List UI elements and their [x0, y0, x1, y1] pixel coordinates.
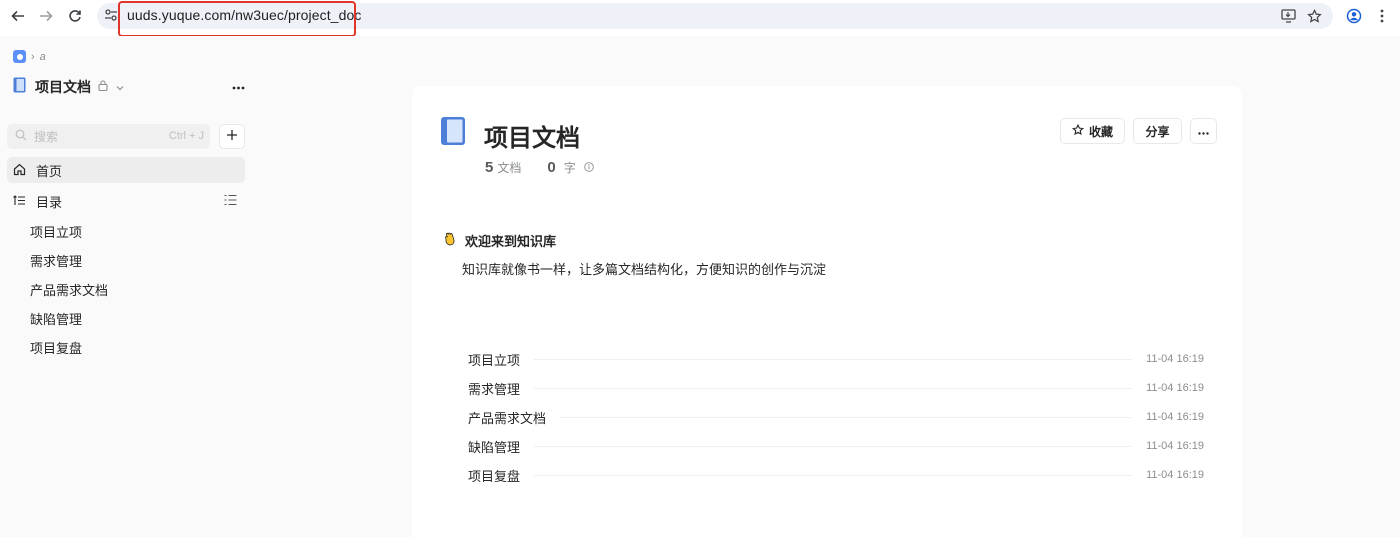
- doc-list-row[interactable]: 项目立项 11-04 16:19: [468, 349, 1204, 369]
- yuque-logo-icon[interactable]: [13, 50, 26, 63]
- welcome-title: 欢迎来到知识库: [465, 234, 557, 249]
- book-card: 项目文档 5 文档 0 字 收藏 分享 欢迎来到知识库 知识库就像书一样，让多篇…: [412, 86, 1242, 556]
- share-button[interactable]: 分享: [1133, 118, 1182, 144]
- book-stats: 5 文档 0 字: [485, 159, 594, 176]
- doc-time: 11-04 16:19: [1146, 411, 1204, 423]
- doc-time: 11-04 16:19: [1146, 353, 1204, 365]
- toc-settings-icon[interactable]: [224, 194, 237, 209]
- main-content: 项目文档 5 文档 0 字 收藏 分享 欢迎来到知识库 知识库就像书一样，让多篇…: [252, 36, 1400, 556]
- leader-line: [560, 416, 1133, 418]
- browser-toolbar: uuds.yuque.com/nw3uec/project_doc: [0, 0, 1400, 37]
- leader-line: [534, 358, 1133, 360]
- doc-list-row[interactable]: 产品需求文档 11-04 16:19: [468, 407, 1204, 427]
- info-icon[interactable]: [583, 161, 594, 175]
- doc-list-row[interactable]: 项目复盘 11-04 16:19: [468, 465, 1204, 485]
- sidebar-item-toc[interactable]: 目录: [7, 188, 245, 214]
- chevron-down-icon[interactable]: [116, 78, 124, 96]
- doc-list-row[interactable]: 需求管理 11-04 16:19: [468, 378, 1204, 398]
- doc-time: 11-04 16:19: [1146, 382, 1204, 394]
- doc-title[interactable]: 项目立项: [468, 350, 520, 369]
- browser-menu-icon[interactable]: [1373, 7, 1391, 25]
- sidebar-item-label: 首页: [36, 163, 63, 179]
- doc-title[interactable]: 产品需求文档: [468, 408, 546, 427]
- url-highlight-box: [118, 1, 356, 37]
- doc-title[interactable]: 缺陷管理: [468, 437, 520, 456]
- doc-count: 5: [485, 159, 494, 176]
- more-button[interactable]: [1190, 118, 1217, 144]
- plus-icon: [226, 128, 238, 146]
- toc-item[interactable]: 项目复盘: [30, 338, 82, 357]
- welcome-description: 知识库就像书一样，让多篇文档结构化，方便知识的创作与沉淀: [462, 262, 827, 277]
- search-input[interactable]: 搜索 Ctrl + J: [7, 124, 210, 149]
- doc-count-unit: 文档: [497, 161, 522, 175]
- page-title: 项目文档: [484, 125, 580, 152]
- toc-list-icon: [13, 194, 27, 208]
- sidebar-item-label: 目录: [36, 194, 63, 210]
- leader-line: [534, 445, 1133, 447]
- breadcrumb: › a: [13, 50, 46, 63]
- lock-icon: [98, 78, 108, 96]
- more-options-icon: [1198, 124, 1209, 138]
- doc-title[interactable]: 需求管理: [468, 379, 520, 398]
- collect-label: 收藏: [1088, 124, 1113, 139]
- book-title[interactable]: 项目文档: [35, 77, 91, 97]
- sidebar-item-home[interactable]: 首页: [7, 157, 245, 183]
- toc-item[interactable]: 产品需求文档: [30, 280, 108, 299]
- word-count: 0: [547, 159, 556, 176]
- share-label: 分享: [1145, 124, 1170, 139]
- search-placeholder: 搜索: [34, 130, 59, 144]
- add-button[interactable]: [219, 124, 245, 149]
- toc-item[interactable]: 缺陷管理: [30, 309, 82, 328]
- book-icon: [13, 77, 26, 98]
- search-shortcut: Ctrl + J: [168, 130, 204, 142]
- book-icon: [440, 116, 466, 151]
- chevron-right-icon: ›: [31, 50, 35, 63]
- profile-icon[interactable]: [1345, 7, 1363, 25]
- toc-item[interactable]: 需求管理: [30, 251, 82, 270]
- doc-time: 11-04 16:19: [1146, 469, 1204, 481]
- forward-arrow-icon[interactable]: [37, 7, 55, 25]
- waving-hand-icon: [442, 230, 458, 251]
- breadcrumb-item[interactable]: a: [40, 51, 46, 63]
- star-icon: [1071, 123, 1085, 139]
- back-arrow-icon[interactable]: [9, 7, 27, 25]
- sidebar: › a 项目文档 搜索 Ctrl + J 首页 目录 项目立项 需求管理 产品需…: [0, 36, 252, 537]
- search-icon: [15, 128, 27, 146]
- more-options-icon[interactable]: [232, 77, 245, 95]
- reload-icon[interactable]: [66, 7, 84, 25]
- doc-time: 11-04 16:19: [1146, 440, 1204, 452]
- leader-line: [534, 474, 1133, 476]
- install-app-icon[interactable]: [1279, 7, 1297, 25]
- bookmark-star-icon[interactable]: [1305, 7, 1323, 25]
- toc-item[interactable]: 项目立项: [30, 222, 82, 241]
- doc-title[interactable]: 项目复盘: [468, 466, 520, 485]
- leader-line: [534, 387, 1133, 389]
- home-icon: [13, 163, 27, 177]
- doc-list-row[interactable]: 缺陷管理 11-04 16:19: [468, 436, 1204, 456]
- book-header: 项目文档: [13, 77, 245, 97]
- word-count-unit: 字: [563, 161, 576, 175]
- collect-button[interactable]: 收藏: [1060, 118, 1125, 144]
